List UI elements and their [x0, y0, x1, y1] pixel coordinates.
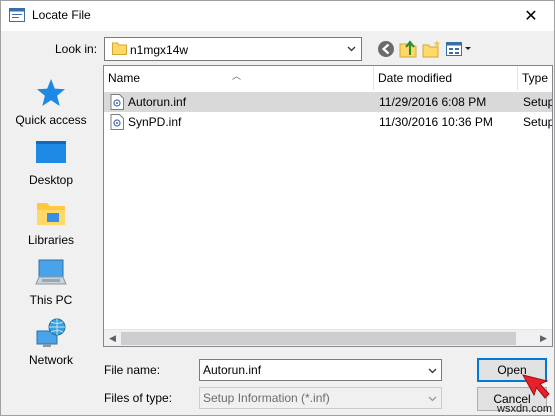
- place-libraries[interactable]: Libraries: [1, 197, 101, 257]
- place-label: Libraries: [27, 233, 75, 247]
- back-icon[interactable]: [376, 39, 396, 59]
- network-icon: [36, 318, 66, 347]
- setup-file-icon: [110, 114, 124, 130]
- file-name-input[interactable]: [199, 359, 442, 381]
- look-in-value: n1mgx14w: [130, 43, 189, 57]
- scroll-right-icon[interactable]: ▶: [535, 330, 552, 346]
- desktop-icon: [36, 141, 66, 163]
- header-label: Date modified: [378, 71, 453, 85]
- app-window-icon: [9, 8, 25, 22]
- libraries-icon: [37, 203, 65, 225]
- place-label: This PC: [29, 293, 73, 307]
- red-arrow-cursor-icon: [522, 374, 550, 399]
- place-label: Network: [28, 353, 73, 367]
- file-date: 11/30/2016 10:36 PM: [379, 115, 493, 129]
- place-network[interactable]: Network: [1, 317, 101, 377]
- horizontal-scrollbar[interactable]: ◀ ▶: [104, 329, 552, 346]
- setup-file-icon: [110, 94, 124, 110]
- place-label: Quick access: [15, 113, 87, 127]
- files-of-type-label: Files of type:: [104, 391, 173, 405]
- close-icon: ✕: [524, 8, 538, 25]
- look-in-label: Look in:: [55, 42, 98, 56]
- place-quick-access[interactable]: Quick access: [1, 77, 101, 137]
- view-menu-icon[interactable]: [445, 39, 473, 59]
- column-header-name[interactable]: Name ︿: [104, 66, 374, 90]
- column-header-date[interactable]: Date modified: [374, 66, 518, 90]
- chevron-down-icon[interactable]: [428, 366, 437, 375]
- file-list[interactable]: Name ︿ Date modified Type Autorun.inf 11…: [103, 65, 553, 347]
- file-type: Setup: [523, 95, 553, 109]
- header-label: Type: [522, 71, 549, 85]
- chevron-down-icon: [347, 46, 356, 52]
- file-date: 11/29/2016 6:08 PM: [379, 95, 487, 109]
- watermark-text: wsxdn.com: [497, 403, 553, 415]
- file-type: Setup: [523, 115, 553, 129]
- header-label: Name: [108, 71, 141, 85]
- file-type-value: Setup Information (*.inf): [203, 391, 330, 405]
- sort-up-icon: ︿: [232, 71, 242, 81]
- scrollbar-thumb[interactable]: [121, 332, 516, 345]
- title-bar: Locate File ✕: [1, 1, 554, 31]
- close-button[interactable]: ✕: [508, 1, 554, 31]
- place-label: Desktop: [28, 173, 74, 187]
- place-desktop[interactable]: Desktop: [1, 137, 101, 197]
- places-bar: Quick access Desktop Libraries This PC N…: [1, 63, 101, 415]
- file-name: Autorun.inf: [128, 95, 187, 109]
- file-name-label: File name:: [104, 363, 161, 377]
- new-folder-icon[interactable]: [422, 39, 442, 59]
- look-in-dropdown[interactable]: n1mgx14w: [104, 37, 362, 61]
- column-header-type[interactable]: Type: [518, 66, 552, 90]
- folder-icon: [112, 42, 127, 55]
- scroll-left-icon[interactable]: ◀: [104, 330, 121, 346]
- file-row-autorun[interactable]: Autorun.inf 11/29/2016 6:08 PM Setup: [104, 92, 553, 112]
- file-type-select[interactable]: Setup Information (*.inf): [199, 387, 442, 409]
- up-folder-icon[interactable]: [399, 39, 419, 59]
- star-icon: [37, 79, 65, 106]
- locate-file-dialog: Locate File ✕ Look in: n1mgx14w Quick ac…: [0, 0, 555, 416]
- computer-icon: [35, 259, 67, 285]
- file-row-synpd[interactable]: SynPD.inf 11/30/2016 10:36 PM Setup: [104, 112, 553, 132]
- chevron-down-icon[interactable]: [428, 394, 437, 403]
- place-this-pc[interactable]: This PC: [1, 257, 101, 317]
- file-name: SynPD.inf: [128, 115, 182, 129]
- window-title: Locate File: [32, 8, 91, 22]
